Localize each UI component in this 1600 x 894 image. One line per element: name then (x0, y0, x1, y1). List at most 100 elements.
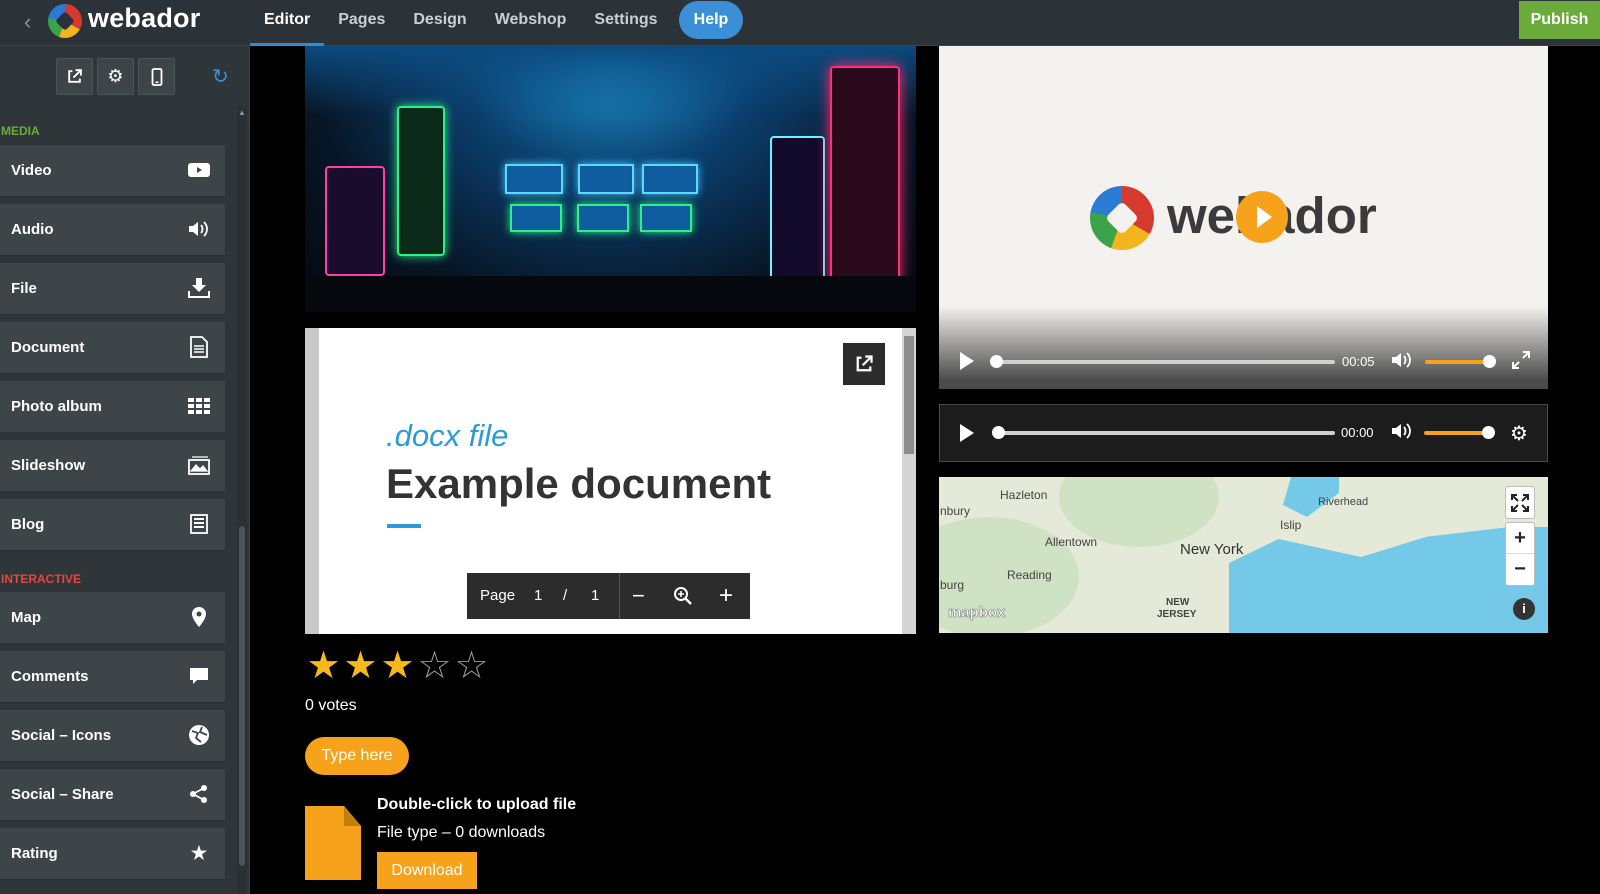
sidebar-item-map[interactable]: Map (0, 592, 225, 644)
sidebar-item-file[interactable]: File (0, 263, 225, 315)
sidebar-item-audio[interactable]: Audio (0, 204, 225, 256)
gear-icon[interactable]: ⚙ (97, 58, 134, 95)
video-progress-knob[interactable] (990, 355, 1003, 368)
pager-current-page[interactable]: 1 (534, 573, 542, 619)
audio-settings-gear-icon[interactable]: ⚙ (1510, 421, 1528, 446)
document-scrollbar[interactable] (902, 328, 916, 634)
section-label-media: MEDIA (1, 124, 40, 138)
star-filled-icon[interactable]: ★ (305, 647, 342, 685)
zoom-in-icon[interactable]: + (719, 573, 733, 619)
map-label: New York (1180, 541, 1244, 558)
map-label: nbury (940, 504, 971, 518)
map-label: burg (940, 578, 965, 592)
pager-divider (619, 573, 620, 619)
audio-volume-bar[interactable] (1424, 431, 1488, 435)
arcade-cabinet (770, 136, 825, 286)
sidebar-item-social-icons[interactable]: Social – Icons (0, 710, 225, 762)
nav-editor[interactable]: Editor (250, 0, 325, 46)
document-scroll-thumb[interactable] (904, 336, 914, 454)
expand-icon[interactable] (1506, 487, 1534, 518)
video-player[interactable]: webador (939, 46, 1548, 389)
document-pager: Page 1 / 1 − + (467, 573, 750, 619)
open-external-icon[interactable] (843, 343, 885, 385)
mobile-icon[interactable] (138, 58, 175, 95)
fullscreen-icon[interactable] (1512, 351, 1530, 374)
sidebar-item-label: Blog (11, 516, 45, 533)
scroll-up-icon[interactable]: ▲ (238, 108, 246, 117)
nav-settings[interactable]: Settings (580, 0, 671, 46)
star-empty-icon[interactable]: ☆ (453, 647, 490, 685)
external-link-icon[interactable] (56, 58, 93, 95)
video-volume-bar[interactable] (1425, 360, 1489, 364)
pager-separator: / (563, 587, 568, 604)
zoom-icon[interactable] (673, 573, 693, 625)
audio-progress-track[interactable] (997, 431, 1335, 435)
map-pin-icon (187, 605, 211, 629)
audio-play-icon[interactable] (959, 423, 975, 448)
play-icon[interactable] (959, 351, 975, 376)
map-label: Reading (1007, 568, 1052, 582)
help-button[interactable]: Help (679, 1, 743, 39)
audio-volume-icon[interactable] (1391, 422, 1413, 445)
document-extension: .docx file (386, 418, 509, 453)
map-zoom-in-icon[interactable]: + (1506, 523, 1534, 554)
zoom-out-icon[interactable]: − (632, 573, 645, 619)
pager-label: Page (480, 587, 516, 604)
sidebar-scrollbar[interactable] (237, 106, 247, 894)
nav-design[interactable]: Design (399, 0, 480, 46)
audio-volume-knob[interactable] (1482, 426, 1495, 439)
refresh-icon[interactable]: ↻ (212, 64, 229, 89)
type-here-button[interactable]: Type here (305, 737, 409, 775)
arcade-screen (510, 204, 562, 232)
sidebar-item-comments[interactable]: Comments (0, 651, 225, 703)
star-empty-icon[interactable]: ☆ (416, 647, 453, 685)
arcade-screen (640, 204, 692, 232)
sidebar-item-social-share[interactable]: Social – Share (0, 769, 225, 821)
sidebar-item-rating[interactable]: Rating ★ (0, 828, 225, 880)
hero-image[interactable] (305, 46, 916, 312)
big-play-icon[interactable] (1236, 191, 1288, 243)
back-chevron-icon[interactable]: ‹ (24, 10, 31, 34)
sidebar-item-label: Slideshow (11, 457, 86, 474)
map-label: Allentown (1045, 535, 1098, 549)
sidebar-item-label: Document (11, 339, 85, 356)
file-upload-title[interactable]: Double-click to upload file (377, 796, 576, 814)
section-label-interactive: INTERACTIVE (1, 572, 82, 586)
star-filled-icon[interactable]: ★ (342, 647, 379, 685)
nav-webshop[interactable]: Webshop (481, 0, 581, 46)
mapbox-attribution[interactable]: mapbox (948, 604, 1006, 622)
star-filled-icon[interactable]: ★ (379, 647, 416, 685)
publish-button[interactable]: Publish (1519, 1, 1600, 39)
map-zoom-out-icon[interactable]: − (1506, 554, 1534, 585)
video-controls-gradient (939, 306, 1548, 389)
sidebar-scroll-thumb[interactable] (239, 526, 245, 866)
sidebar-item-label: Photo album (11, 398, 102, 415)
sidebar-item-document[interactable]: Document (0, 322, 225, 374)
grid-icon (187, 394, 211, 418)
arcade-screen (577, 204, 629, 232)
video-icon (187, 158, 211, 182)
hero-ceiling (305, 46, 916, 116)
votes-count: 0 votes (305, 697, 357, 714)
audio-progress-knob[interactable] (992, 426, 1005, 439)
volume-icon[interactable] (1391, 351, 1413, 374)
sidebar-item-label: Map (11, 609, 41, 626)
sidebar-item-slideshow[interactable]: Slideshow (0, 440, 225, 492)
arcade-screen (505, 164, 563, 194)
info-icon[interactable]: i (1513, 598, 1535, 620)
sidebar-item-video[interactable]: Video (0, 145, 225, 197)
share-icon (187, 782, 211, 806)
sidebar-item-photo-album[interactable]: Photo album (0, 381, 225, 433)
map-label: NEW (1166, 597, 1190, 608)
download-button[interactable]: Download (377, 852, 477, 889)
sidebar-toolbar: ⚙ ↻ (0, 46, 250, 106)
video-volume-knob[interactable] (1483, 355, 1496, 368)
sidebar-item-blog[interactable]: Blog (0, 499, 225, 551)
map-fullscreen-control[interactable] (1505, 486, 1535, 519)
video-progress-track[interactable] (995, 360, 1335, 364)
sidebar-item-label: Audio (11, 221, 54, 238)
logo-text: webador (88, 3, 201, 33)
map-label: Riverhead (1318, 496, 1369, 508)
document-icon (187, 335, 211, 359)
nav-pages[interactable]: Pages (324, 0, 399, 46)
